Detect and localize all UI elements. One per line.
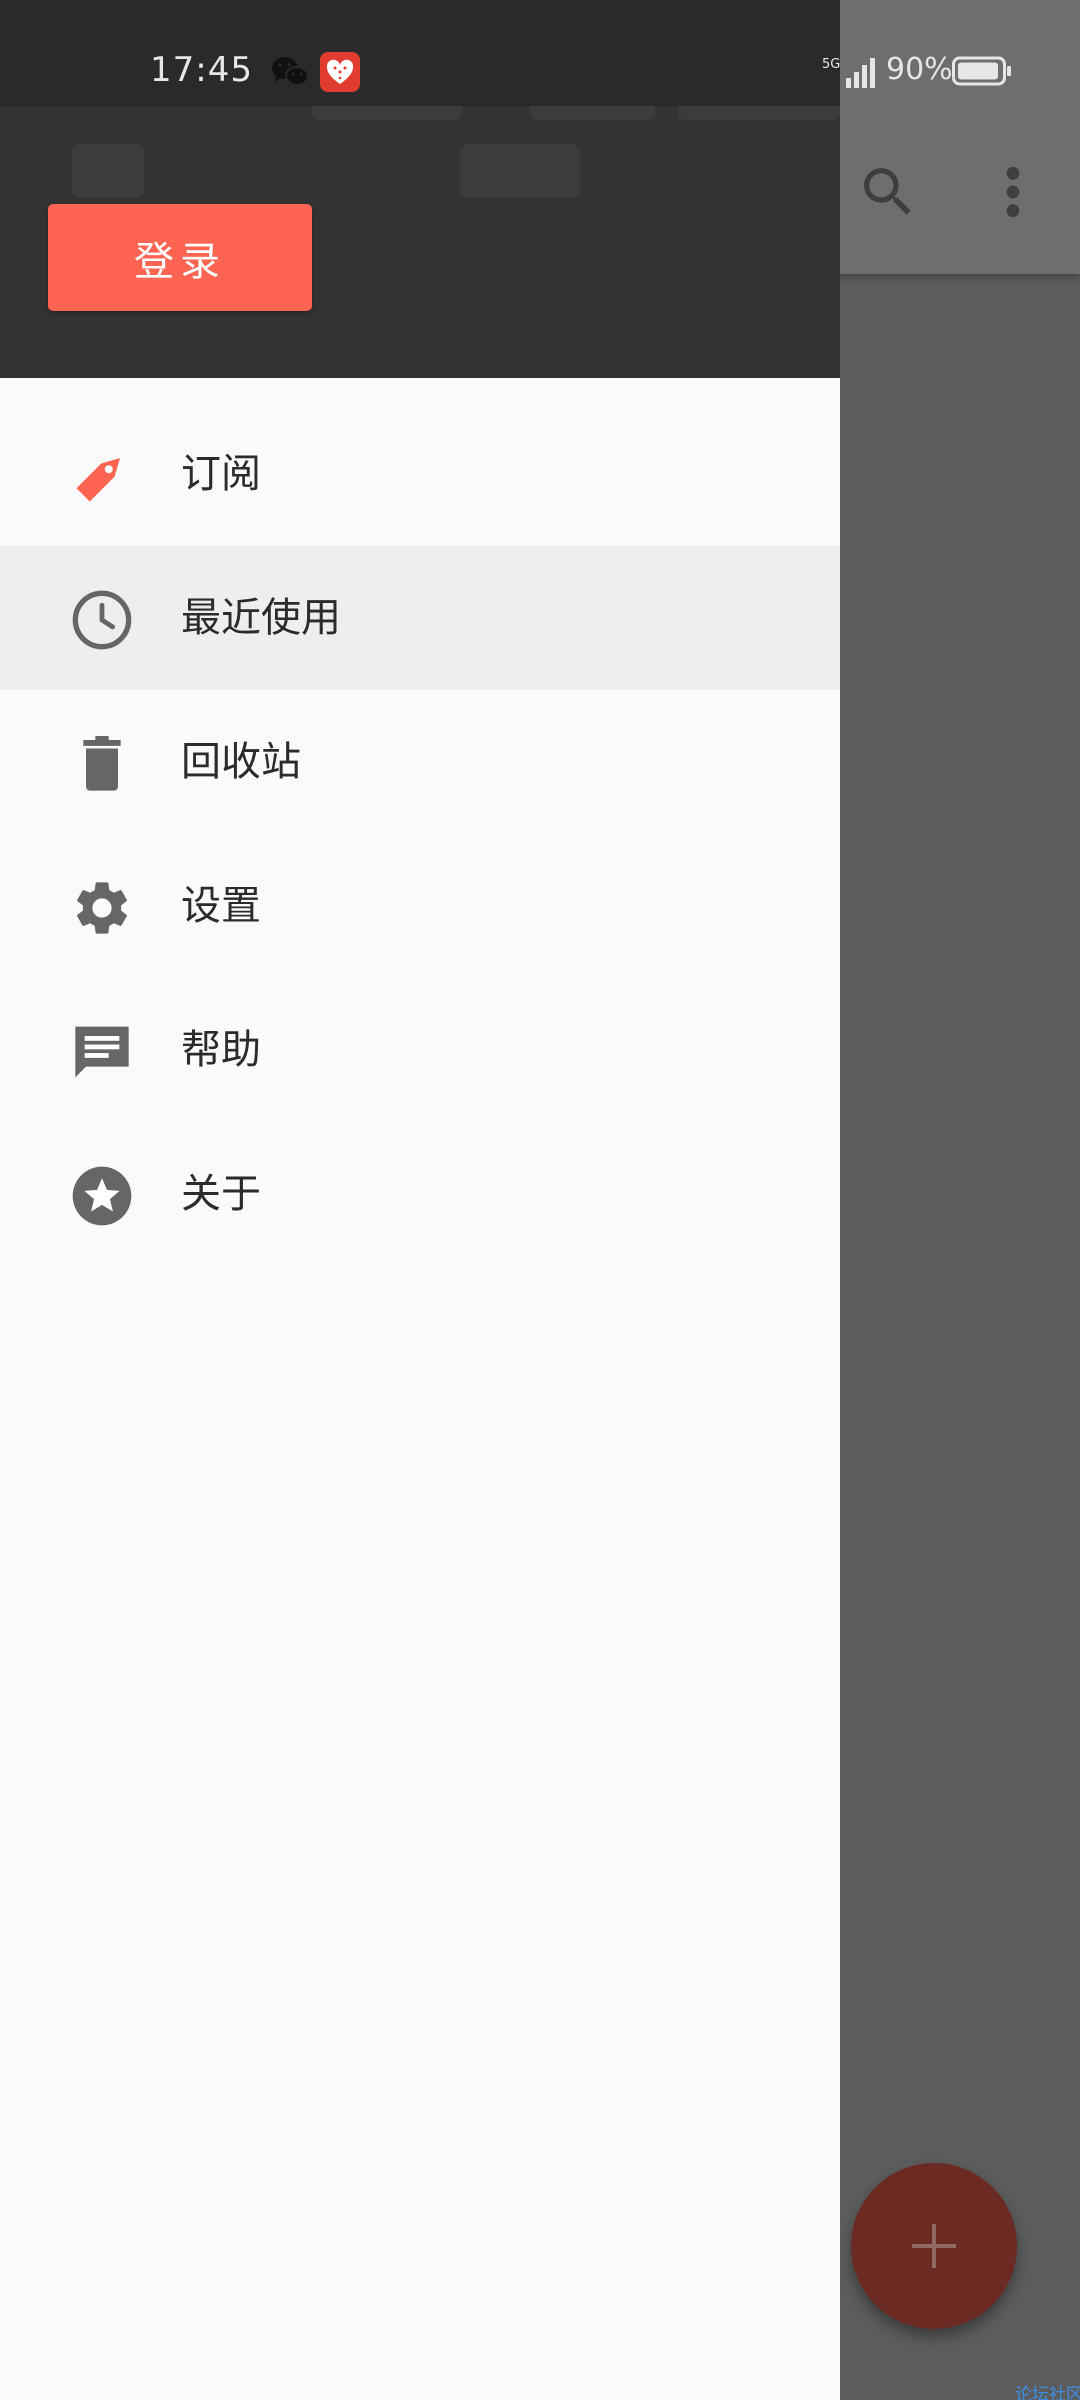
menu-item-about[interactable]: 关于 xyxy=(0,1122,840,1266)
header-decoration xyxy=(72,144,144,198)
menu-item-label: 最近使用 xyxy=(181,595,341,641)
more-vert-icon[interactable] xyxy=(998,160,1028,224)
network-type-label: 5G xyxy=(822,57,840,72)
login-button[interactable]: 登录 xyxy=(48,204,312,311)
gear-icon xyxy=(77,882,127,934)
wechat-icon xyxy=(272,57,309,86)
menu-item-label: 回收站 xyxy=(181,739,301,785)
trash-icon xyxy=(83,736,121,791)
status-bar-background xyxy=(0,0,840,106)
plus-icon xyxy=(912,2224,956,2268)
status-time: 17:45 xyxy=(150,50,253,90)
menu-item-settings[interactable]: 设置 xyxy=(0,834,840,978)
watermark-text: 论坛社区 xyxy=(1015,2385,1080,2400)
feedback-icon xyxy=(75,1026,129,1078)
header-decoration xyxy=(460,144,580,198)
search-icon[interactable] xyxy=(856,160,920,224)
drawer-menu: 订阅 最近使用 回收站 设置 帮助 关于 xyxy=(0,402,840,1266)
status-bar: 17:45 5G 90% xyxy=(0,0,1080,106)
battery-icon xyxy=(952,56,1011,86)
tag-icon xyxy=(76,458,120,502)
menu-item-subscribe[interactable]: 订阅 xyxy=(0,402,840,546)
menu-item-help[interactable]: 帮助 xyxy=(0,978,840,1122)
menu-item-label: 关于 xyxy=(181,1171,261,1217)
app-badge-icon xyxy=(320,52,360,92)
heart-icon xyxy=(326,59,354,84)
signal-icon: 5G xyxy=(822,57,875,88)
battery-percent: 90% xyxy=(886,52,953,87)
menu-item-trash[interactable]: 回收站 xyxy=(0,690,840,834)
menu-item-label: 设置 xyxy=(181,883,261,929)
screen: 论坛社区 登录 订阅 最近使用 回收站 设置 帮助 关于 17:45 5G 90… xyxy=(0,0,1080,2400)
menu-item-recent[interactable]: 最近使用 xyxy=(0,546,840,690)
clock-icon xyxy=(72,590,132,650)
menu-item-label: 订阅 xyxy=(181,451,261,497)
menu-item-label: 帮助 xyxy=(181,1027,261,1073)
add-fab-button[interactable] xyxy=(851,2163,1017,2329)
star-icon xyxy=(72,1166,132,1226)
navigation-drawer: 登录 订阅 最近使用 回收站 设置 帮助 关于 xyxy=(0,0,840,2400)
